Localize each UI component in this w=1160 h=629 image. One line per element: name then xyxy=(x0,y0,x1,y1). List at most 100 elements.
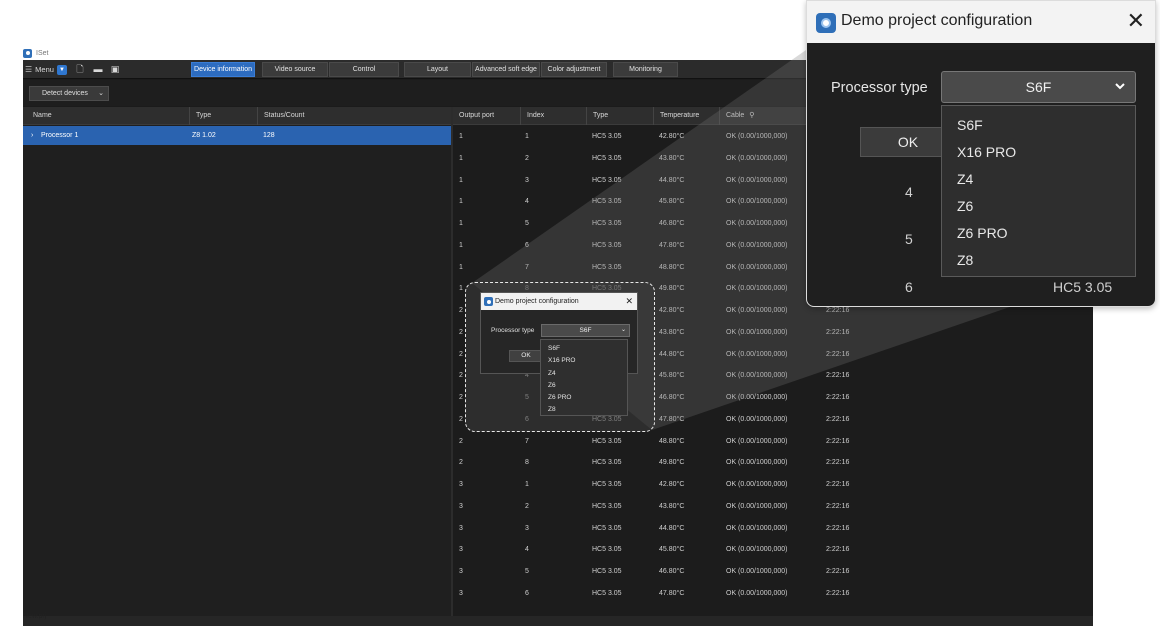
cable-cell: OK (0.00/1000,000) xyxy=(726,546,788,554)
column-header-name[interactable]: Name xyxy=(27,107,189,125)
tab-device-information[interactable]: Device information xyxy=(191,62,255,77)
zoom-bg-index-5: 5 xyxy=(905,231,913,247)
column-header-type[interactable]: Type xyxy=(586,107,653,125)
table-row[interactable]: 3 2 HC5 3.05 43.80°C OK (0.00/1000,000) 2:22:… xyxy=(453,496,1093,518)
index-cell: 7 xyxy=(525,437,529,445)
column-header-index[interactable]: Index xyxy=(520,107,586,125)
cable-cell: OK (0.00/1000,000) xyxy=(726,372,788,380)
app-title-bar: ISet xyxy=(23,47,48,59)
close-icon[interactable]: ✕ xyxy=(625,293,633,310)
save-icon[interactable]: ▣ xyxy=(110,64,120,74)
device-type: Z8 1.02 xyxy=(192,132,216,139)
table-row[interactable]: 2 8 HC5 3.05 49.80°C OK (0.00/1000,000) 2:22:… xyxy=(453,452,1093,474)
detect-devices-dropdown[interactable]: Detect devices ⌄ xyxy=(29,86,109,101)
column-header-temperature[interactable]: Temperature xyxy=(653,107,719,125)
type-cell: HC5 3.05 xyxy=(592,133,622,140)
temperature-cell: 47.80°C xyxy=(659,241,685,249)
device-table: Name Type Status/Count › Processor 1 Z8 … xyxy=(23,107,451,617)
option-z4[interactable]: Z4 xyxy=(541,368,627,380)
output-port-cell: 1 xyxy=(459,263,463,271)
zoom-option-x16-pro[interactable]: X16 PRO xyxy=(942,139,1135,166)
ok-button[interactable]: OK xyxy=(509,350,543,362)
table-row[interactable]: 2 7 HC5 3.05 48.80°C OK (0.00/1000,000) 2:22:… xyxy=(453,431,1093,453)
table-row[interactable]: › Processor 1 Z8 1.02 128 xyxy=(23,126,451,145)
zoom-option-z4[interactable]: Z4 xyxy=(942,166,1135,193)
tab-video-source[interactable]: Video source xyxy=(262,62,328,77)
table-row[interactable]: 3 6 HC5 3.05 47.80°C OK (0.00/1000,000) 2:22:… xyxy=(453,583,1093,605)
type-cell: HC5 3.05 xyxy=(592,176,622,184)
zoom-processor-type-select[interactable]: S6F xyxy=(941,71,1136,103)
column-header-output-port[interactable]: Output port xyxy=(453,107,520,125)
tab-layout[interactable]: Layout xyxy=(404,62,471,77)
output-port-cell: 3 xyxy=(459,568,463,575)
zoom-option-z6-pro[interactable]: Z6 PRO xyxy=(942,220,1135,247)
time-cell: 2:22:16 xyxy=(826,589,850,597)
type-cell: HC5 3.05 xyxy=(592,220,622,227)
zoom-bg-index-6: 6 xyxy=(905,279,913,295)
app-logo-icon xyxy=(484,297,493,306)
table-row[interactable]: 3 4 HC5 3.05 45.80°C OK (0.00/1000,000) 2:22:… xyxy=(453,539,1093,561)
zoom-dialog-titlebar: Demo project configuration ✕ xyxy=(807,1,1155,43)
cable-cell: OK (0.00/1000,000) xyxy=(726,307,788,314)
new-file-icon[interactable]: 🗋 xyxy=(75,64,85,74)
device-status: 128 xyxy=(263,132,275,139)
cable-cell: OK (0.00/1000,000) xyxy=(726,220,788,227)
close-icon[interactable]: ✕ xyxy=(1127,9,1145,33)
chevron-down-icon[interactable]: ▼ xyxy=(56,64,67,75)
status-bar xyxy=(23,616,1093,626)
processor-type-label: Processor type xyxy=(491,327,535,334)
type-cell: HC5 3.05 xyxy=(592,589,622,597)
option-z6-pro[interactable]: Z6 PRO xyxy=(541,392,627,404)
table-row[interactable]: 3 1 HC5 3.05 42.80°C OK (0.00/1000,000) 2:22:… xyxy=(453,474,1093,496)
time-cell: 2:22:16 xyxy=(826,328,850,336)
menu-button[interactable]: ☰ Menu ▼ xyxy=(25,63,67,76)
time-cell: 2:22:16 xyxy=(826,568,850,575)
tab-control[interactable]: Control xyxy=(329,62,399,77)
cable-cell: OK (0.00/1000,000) xyxy=(726,198,788,206)
index-cell: 8 xyxy=(525,459,529,467)
tab-color-adjustment[interactable]: Color adjustment xyxy=(541,62,607,77)
filter-icon[interactable]: ⚲ xyxy=(749,112,754,119)
output-port-cell: 1 xyxy=(459,133,463,140)
zoom-option-s6f[interactable]: S6F xyxy=(942,112,1135,139)
expand-chevron-icon[interactable]: › xyxy=(31,126,33,145)
column-header-type[interactable]: Type xyxy=(189,107,257,125)
zoom-option-z8[interactable]: Z8 xyxy=(942,247,1135,274)
table-row[interactable]: 3 3 HC5 3.05 44.80°C OK (0.00/1000,000) 2:22:… xyxy=(453,518,1093,540)
tab-monitoring[interactable]: Monitoring xyxy=(613,62,678,77)
option-s6f[interactable]: S6F xyxy=(541,343,627,355)
temperature-cell: 43.80°C xyxy=(659,328,685,336)
output-port-cell: 3 xyxy=(459,524,463,532)
output-port-cell: 3 xyxy=(459,481,463,488)
cable-cell: OK (0.00/1000,000) xyxy=(726,459,788,467)
output-port-cell: 2 xyxy=(459,372,463,380)
option-z6[interactable]: Z6 xyxy=(541,380,627,392)
time-cell: 2:22:16 xyxy=(826,481,850,488)
table-row[interactable]: 3 5 HC5 3.05 46.80°C OK (0.00/1000,000) 2:22:… xyxy=(453,561,1093,583)
temperature-cell: 47.80°C xyxy=(659,415,685,423)
output-port-cell: 2 xyxy=(459,394,463,401)
index-cell: 1 xyxy=(525,133,529,140)
option-x16-pro[interactable]: X16 PRO xyxy=(541,355,627,367)
detect-devices-label: Detect devices xyxy=(42,90,88,97)
cable-cell: OK (0.00/1000,000) xyxy=(726,415,788,423)
column-header-status[interactable]: Status/Count xyxy=(257,107,451,125)
cable-header-label: Cable xyxy=(726,112,745,119)
temperature-cell: 46.80°C xyxy=(659,220,685,227)
cable-cell: OK (0.00/1000,000) xyxy=(726,263,788,271)
tab-advanced-soft-edge[interactable]: Advanced soft edge xyxy=(472,62,540,77)
time-cell: 2:22:16 xyxy=(826,437,850,445)
zoom-processor-type-options: S6F X16 PRO Z4 Z6 Z6 PRO Z8 xyxy=(941,105,1136,277)
zoom-option-z6[interactable]: Z6 xyxy=(942,193,1135,220)
option-z8[interactable]: Z8 xyxy=(541,404,627,416)
type-cell: HC5 3.05 xyxy=(592,198,622,206)
cable-cell: OK (0.00/1000,000) xyxy=(726,285,788,293)
zoom-dialog-title: Demo project configuration xyxy=(841,12,1033,29)
column-header-cable[interactable]: Cable ⚲ xyxy=(719,107,813,125)
open-folder-icon[interactable]: ▬ xyxy=(93,64,103,74)
cable-cell: OK (0.00/1000,000) xyxy=(726,133,788,140)
time-cell: 2:22:16 xyxy=(826,394,850,401)
index-cell: 5 xyxy=(525,220,529,227)
menu-label: Menu xyxy=(35,65,54,74)
processor-type-select[interactable]: S6F ⌄ xyxy=(541,324,630,337)
